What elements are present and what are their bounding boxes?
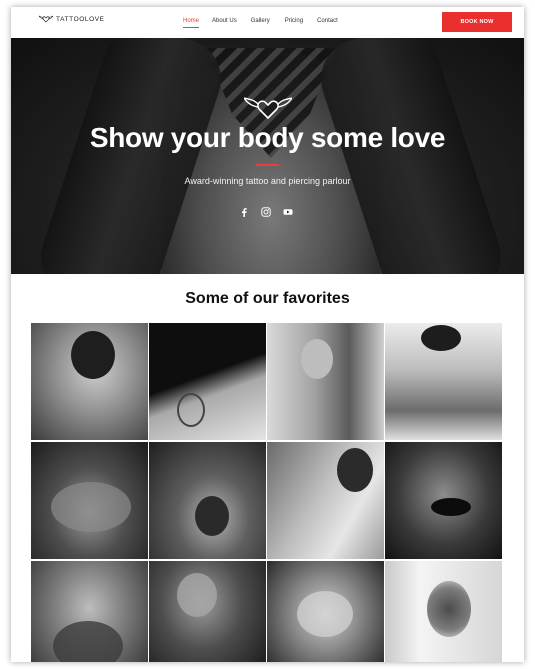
- gallery-photo-woman-arms-raised-tattoo[interactable]: [149, 442, 266, 559]
- hero-section: Show your body some love Award-winning t…: [11, 38, 524, 274]
- gallery-photo-leg-tattoo-skirt[interactable]: [149, 323, 266, 440]
- instagram-icon[interactable]: [261, 204, 271, 217]
- hero-accent-divider: [256, 164, 279, 166]
- gallery-photo-woman-shoulder-tattoo[interactable]: [31, 323, 148, 440]
- browser-frame: TATTOOLOVE Home About Us Gallery Pricing…: [11, 7, 524, 662]
- gallery-photo-man-tattooed-bicycle[interactable]: [385, 323, 502, 440]
- gallery-photo-lion-arm-tattoo[interactable]: [385, 561, 502, 662]
- winged-heart-icon: [244, 97, 292, 120]
- gallery-photo-woman-black-bra-tattoos[interactable]: [385, 442, 502, 559]
- facebook-icon[interactable]: [239, 204, 249, 217]
- book-now-button[interactable]: BOOK NOW: [442, 12, 512, 32]
- hero-title: Show your body some love: [89, 122, 446, 153]
- favorites-gallery: [31, 323, 504, 662]
- gallery-photo-hands-tattoo-closeup[interactable]: [267, 561, 384, 662]
- nav-about-us[interactable]: About Us: [212, 18, 237, 24]
- hero-overlay: [11, 38, 524, 274]
- favorites-title: Some of our favorites: [185, 290, 350, 307]
- social-links: [239, 204, 293, 217]
- nav-home[interactable]: Home: [183, 18, 200, 28]
- gallery-photo-man-neck-tattoo[interactable]: [31, 561, 148, 662]
- youtube-icon[interactable]: [283, 204, 293, 215]
- hero-subtitle: Award-winning tattoo and piercing parlou…: [184, 176, 351, 186]
- site-header: TATTOOLOVE Home About Us Gallery Pricing…: [11, 7, 524, 38]
- brand-logo[interactable]: TATTOOLOVE: [39, 15, 105, 23]
- gallery-photo-woman-arm-sleeve-portrait[interactable]: [267, 442, 384, 559]
- brand-name: TATTOOLOVE: [56, 15, 105, 23]
- main-nav: Home About Us Gallery Pricing Contact: [183, 18, 338, 28]
- gallery-photo-woman-arm-tattoo-portrait[interactable]: [267, 323, 384, 440]
- nav-pricing[interactable]: Pricing: [285, 18, 303, 24]
- nav-gallery[interactable]: Gallery: [251, 18, 270, 24]
- nav-contact[interactable]: Contact: [317, 18, 338, 24]
- gallery-photo-woman-glasses-tattoo[interactable]: [149, 561, 266, 662]
- winged-heart-icon: [39, 15, 53, 23]
- gallery-photo-tattooed-hands-knuckles[interactable]: [31, 442, 148, 559]
